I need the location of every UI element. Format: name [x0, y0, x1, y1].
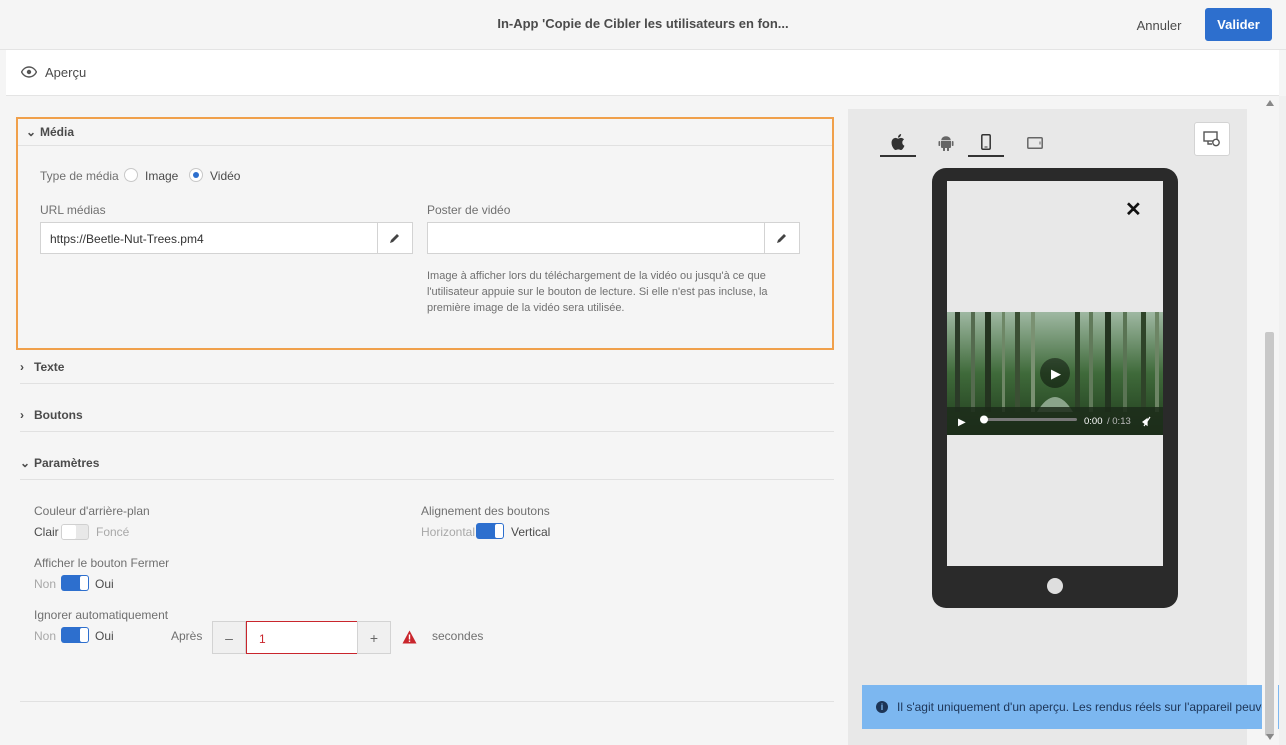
video-poster-label: Poster de vidéo — [427, 203, 511, 217]
chevron-down-icon: ⌄ — [26, 125, 37, 139]
radio-video-label: Vidéo — [210, 169, 241, 183]
page-scrollbar[interactable] — [1279, 96, 1286, 745]
apple-icon — [891, 134, 905, 150]
video-player[interactable]: ▶ ▶ 0:00 / 0:13 — [947, 312, 1163, 435]
media-url-label: URL médias — [40, 203, 106, 217]
chevron-right-icon: › — [20, 360, 24, 374]
phone-home-button — [1047, 578, 1063, 594]
cancel-button[interactable]: Annuler — [1126, 14, 1192, 36]
media-url-input[interactable]: https://Beetle-Nut-Trees.pm4 — [40, 222, 378, 254]
close-icon[interactable]: ✕ — [1125, 197, 1142, 222]
tablet-landscape-icon — [1027, 137, 1043, 149]
pencil-icon — [390, 234, 399, 243]
forest-video-frame: ▶ ▶ 0:00 / 0:13 — [947, 312, 1163, 435]
video-poster-input[interactable] — [427, 222, 765, 254]
align-off-label: Horizontal — [421, 525, 476, 539]
edit-poster-button[interactable] — [764, 222, 800, 254]
media-section-header[interactable]: ⌄ Média — [26, 125, 74, 139]
button-alignment-label: Alignement des boutons — [421, 504, 550, 518]
radio-video[interactable] — [189, 168, 203, 182]
settings-panel: ⌄ Média Type de média Image Vidéo URL méd… — [6, 96, 840, 745]
eye-icon — [21, 66, 37, 78]
tablet-tab[interactable] — [1017, 129, 1053, 157]
close-off-label: Non — [34, 577, 57, 591]
info-icon: i — [876, 701, 888, 713]
scroll-up-icon — [1266, 100, 1274, 106]
show-close-toggle[interactable] — [61, 575, 89, 591]
bg-off-label: Clair — [34, 525, 59, 539]
page-title: In-App 'Copie de Cibler les utilisateurs… — [497, 16, 789, 31]
play-icon: ▶ — [1051, 367, 1061, 382]
device-preset-button[interactable] — [1194, 122, 1230, 156]
validate-button[interactable]: Valider — [1205, 8, 1272, 41]
poster-help-text: Image à afficher lors du téléchargement … — [427, 270, 768, 314]
text-section-header[interactable]: › Texte — [20, 360, 64, 374]
pencil-icon — [777, 234, 786, 243]
auto-on-label: Oui — [95, 629, 114, 643]
show-close-label: Afficher le bouton Fermer — [34, 556, 170, 570]
panel-scrollbar[interactable] — [1262, 96, 1278, 745]
auto-off-label: Non — [34, 629, 57, 643]
scroll-down-icon — [1266, 734, 1274, 740]
align-on-label: Vertical — [511, 525, 551, 539]
android-tab[interactable] — [928, 129, 964, 157]
radio-image-label: Image — [145, 169, 179, 183]
device-preview-panel: ✕ ▶ ▶ 0:00 / 0:13 — [848, 109, 1247, 745]
edit-url-button[interactable] — [377, 222, 413, 254]
bg-color-toggle[interactable] — [61, 524, 89, 540]
divider — [20, 479, 834, 480]
chevron-down-icon: ⌄ — [20, 456, 31, 470]
preview-toggle-bar[interactable]: Aperçu — [6, 50, 1279, 96]
decrement-button[interactable]: – — [212, 621, 246, 654]
video-duration: / 0:13 — [1107, 416, 1131, 427]
increment-button[interactable]: + — [357, 621, 391, 654]
divider — [20, 383, 834, 384]
media-section: ⌄ Média Type de média Image Vidéo URL méd… — [16, 117, 834, 350]
chevron-right-icon: › — [20, 408, 24, 422]
preview-label: Aperçu — [45, 65, 87, 80]
after-label: Après — [171, 629, 203, 643]
divider — [20, 701, 834, 702]
android-icon — [938, 136, 954, 151]
phone-tab[interactable] — [968, 129, 1004, 157]
auto-dismiss-toggle[interactable] — [61, 627, 89, 643]
preview-notice-text: Il s'agit uniquement d'un aperçu. Les re… — [897, 700, 1279, 714]
params-section-header[interactable]: ⌄ Paramètres — [20, 456, 99, 470]
scrollbar-thumb[interactable] — [1265, 332, 1274, 736]
divider — [20, 431, 834, 432]
media-header-divider — [18, 145, 832, 146]
bg-color-label: Couleur d'arrière-plan — [34, 504, 150, 518]
warning-icon — [402, 630, 417, 644]
smartphone-icon — [981, 134, 991, 150]
auto-dismiss-label: Ignorer automatiquement — [34, 608, 169, 622]
radio-image[interactable] — [124, 168, 138, 182]
media-type-label: Type de média — [40, 169, 119, 183]
video-current-time: 0:00 — [1084, 416, 1103, 427]
bg-on-label: Foncé — [96, 525, 130, 539]
preview-notice: i Il s'agit uniquement d'un aperçu. Les … — [862, 685, 1279, 729]
seconds-input[interactable]: 1 — [246, 621, 358, 654]
video-play-button: ▶ — [958, 417, 966, 428]
phone-screen: ✕ ▶ ▶ 0:00 / 0:13 — [947, 181, 1163, 566]
close-on-label: Oui — [95, 577, 114, 591]
phone-mockup: ✕ ▶ ▶ 0:00 / 0:13 — [932, 168, 1178, 608]
seconds-label: secondes — [432, 629, 484, 643]
buttons-section-header[interactable]: › Boutons — [20, 408, 83, 422]
device-settings-icon — [1203, 131, 1220, 147]
button-alignment-toggle[interactable] — [476, 523, 504, 539]
top-bar: In-App 'Copie de Cibler les utilisateurs… — [0, 0, 1286, 50]
ios-tab[interactable] — [880, 129, 916, 157]
